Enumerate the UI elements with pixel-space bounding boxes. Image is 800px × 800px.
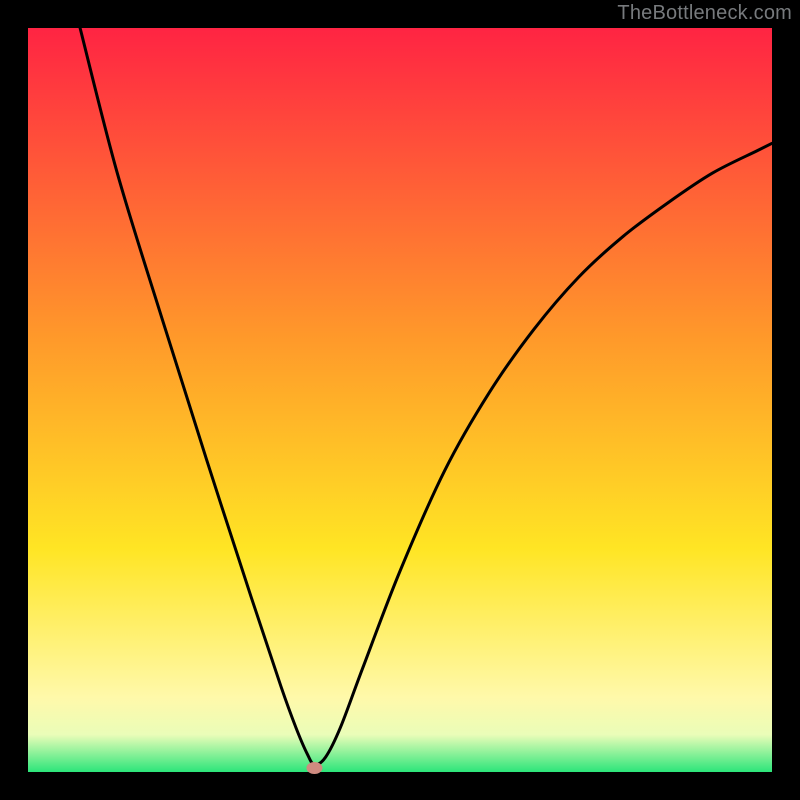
chart-plot-area — [28, 28, 772, 772]
minimum-marker-icon — [306, 762, 322, 774]
chart-container: TheBottleneck.com — [0, 0, 800, 800]
bottleneck-chart — [0, 0, 800, 800]
attribution-label: TheBottleneck.com — [617, 2, 792, 25]
